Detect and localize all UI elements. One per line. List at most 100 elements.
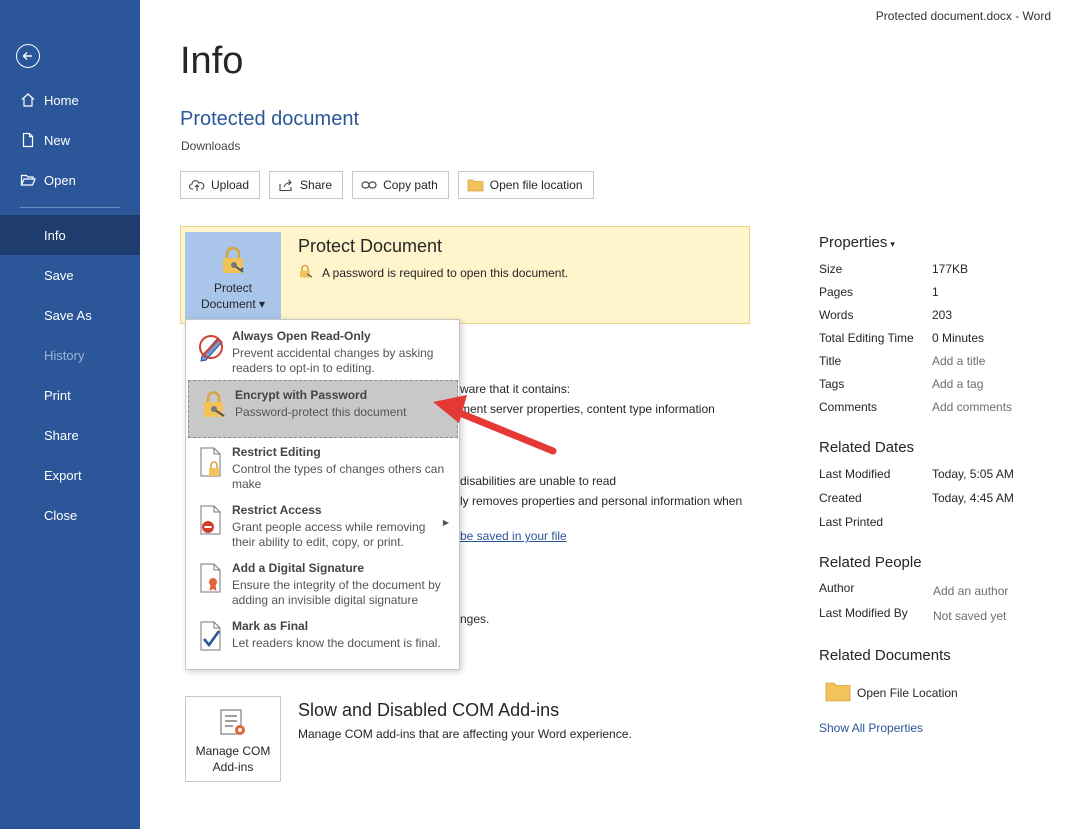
addins-tile-label-1: Manage COM — [195, 744, 271, 758]
addins-tile-label-2: Add-ins — [212, 760, 254, 774]
sidebar-item-label: Print — [44, 387, 71, 403]
backstage-sidebar: Home New Open Info Save Save As History … — [0, 0, 140, 829]
document-path: Downloads — [181, 139, 241, 153]
related-documents-heading: Related Documents — [819, 647, 951, 664]
share-button[interactable]: Share — [269, 171, 344, 199]
menu-item-title: Encrypt with Password — [235, 388, 368, 402]
related-dates-heading: Related Dates — [819, 439, 915, 456]
tags-field[interactable]: Add a tag — [932, 377, 983, 391]
open-file-location-label: Open file location — [489, 178, 583, 192]
property-row-pages: Pages 1 — [819, 285, 939, 299]
upload-label: Upload — [211, 178, 250, 192]
sidebar-item-label: Save As — [44, 307, 92, 323]
title-field[interactable]: Add a title — [932, 354, 985, 368]
copy-path-label: Copy path — [383, 178, 438, 192]
comments-field[interactable]: Add comments — [932, 400, 1012, 414]
sidebar-item-export[interactable]: Export — [0, 455, 140, 495]
sidebar-item-new[interactable]: New — [0, 120, 140, 160]
protect-document-menu: Always Open Read-Only Prevent accidental… — [185, 319, 460, 670]
menu-item-restrict-editing[interactable]: Restrict Editing Control the types of ch… — [186, 438, 459, 496]
file-actions-toolbar: Upload Share Copy path Open file locatio… — [180, 171, 594, 199]
menu-item-add-digital-signature[interactable]: Add a Digital Signature Ensure the integ… — [186, 554, 459, 612]
sidebar-item-label: Open — [44, 172, 76, 188]
sidebar-item-share[interactable]: Share — [0, 415, 140, 455]
addins-heading: Slow and Disabled COM Add-ins — [298, 700, 560, 720]
chevron-down-icon: ▾ — [890, 239, 895, 249]
date-row-created: Created Today, 4:45 AM — [819, 491, 1014, 505]
date-row-last-modified: Last Modified Today, 5:05 AM — [819, 467, 1014, 481]
property-row-editing-time: Total Editing Time 0 Minutes — [819, 331, 985, 345]
sidebar-item-label: Home — [44, 92, 79, 108]
menu-item-mark-as-final[interactable]: Mark as Final Let readers know the docum… — [186, 612, 459, 670]
manage-document-text: nges. — [460, 612, 490, 626]
menu-item-description: Let readers know the document is final. — [232, 636, 441, 650]
menu-item-title: Restrict Editing — [232, 445, 321, 459]
share-label: Share — [300, 178, 333, 192]
menu-item-description: Grant people access while removing their… — [232, 520, 426, 549]
window-title: Protected document.docx - Word — [875, 9, 1051, 23]
protect-tile-label-2: Document ▾ — [200, 297, 266, 311]
inspect-document-text: ly removes properties and personal infor… — [460, 494, 743, 508]
new-document-icon — [20, 132, 36, 148]
related-people-heading: Related People — [819, 554, 922, 571]
document-restricted-icon — [196, 504, 226, 536]
author-field[interactable]: Add an author — [933, 584, 1008, 598]
lock-key-icon — [217, 244, 249, 280]
upload-button[interactable]: Upload — [180, 171, 261, 199]
open-file-location-link[interactable]: Open File Location — [825, 680, 958, 705]
protect-document-heading: Protect Document — [298, 236, 443, 256]
pencil-no-edit-icon — [196, 330, 226, 362]
back-arrow-icon[interactable] — [16, 44, 40, 68]
property-row-size: Size 177KB — [819, 262, 969, 276]
menu-item-description: Control the types of changes others can … — [232, 462, 445, 491]
menu-item-restrict-access[interactable]: Restrict Access Grant people access whil… — [186, 496, 459, 554]
inspect-document-text: disabilities are unable to read — [460, 474, 617, 488]
property-row-comments: Comments Add comments — [819, 400, 1013, 414]
sidebar-item-close[interactable]: Close — [0, 495, 140, 535]
saved-in-file-link[interactable]: be saved in your file — [460, 529, 567, 543]
protect-document-status: A password is required to open this docu… — [298, 264, 568, 281]
menu-item-description: Prevent accidental changes by asking rea… — [232, 346, 434, 375]
menu-item-title: Always Open Read-Only — [232, 329, 371, 343]
protect-tile-label-1: Protect — [213, 281, 252, 295]
callout-arrow-icon — [433, 395, 557, 455]
property-row-words: Words 203 — [819, 308, 953, 322]
sidebar-divider — [20, 207, 120, 208]
date-row-last-printed: Last Printed — [819, 515, 884, 529]
folder-icon — [467, 178, 484, 192]
copy-path-button[interactable]: Copy path — [352, 171, 449, 199]
sidebar-item-home[interactable]: Home — [0, 80, 140, 120]
home-icon — [20, 92, 36, 108]
menu-item-always-open-read-only[interactable]: Always Open Read-Only Prevent accidental… — [186, 322, 459, 380]
protect-document-button[interactable]: Protect Document ▾ — [185, 232, 281, 320]
properties-heading[interactable]: Properties ▾ — [819, 234, 895, 251]
sidebar-item-info[interactable]: Info — [0, 215, 140, 255]
manage-com-addins-button[interactable]: Manage COM Add-ins — [185, 696, 281, 782]
menu-item-title: Restrict Access — [232, 503, 322, 517]
page-title: Info — [180, 40, 244, 82]
folder-icon — [825, 680, 851, 705]
show-all-properties-link[interactable]: Show All Properties — [819, 721, 923, 735]
addins-description: Manage COM add-ins that are affecting yo… — [298, 727, 632, 741]
sidebar-item-label: New — [44, 132, 71, 148]
sidebar-item-label: Save — [44, 267, 74, 283]
sidebar-item-history: History — [0, 335, 140, 375]
people-row-author: Author Add an author — [819, 581, 1009, 598]
sidebar-item-open[interactable]: Open — [0, 160, 140, 200]
people-row-last-modified-by: Last Modified By Not saved yet — [819, 606, 1007, 623]
document-title: Protected document — [180, 108, 359, 130]
open-file-location-button[interactable]: Open file location — [457, 171, 594, 199]
sidebar-item-save[interactable]: Save — [0, 255, 140, 295]
sidebar-item-save-as[interactable]: Save As — [0, 295, 140, 335]
document-ribbon-icon — [196, 562, 226, 594]
menu-item-title: Mark as Final — [232, 619, 309, 633]
sidebar-item-label: Export — [44, 467, 82, 483]
document-lock-icon — [196, 446, 226, 478]
sidebar-item-print[interactable]: Print — [0, 375, 140, 415]
document-checkmark-icon — [196, 620, 226, 652]
menu-item-description: Password-protect this document — [235, 405, 407, 419]
menu-item-encrypt-with-password[interactable]: Encrypt with Password Password-protect t… — [188, 380, 458, 438]
protect-document-description: A password is required to open this docu… — [322, 265, 569, 280]
submenu-arrow-icon: ▶ — [442, 518, 449, 527]
sidebar-item-label: Close — [44, 507, 78, 523]
